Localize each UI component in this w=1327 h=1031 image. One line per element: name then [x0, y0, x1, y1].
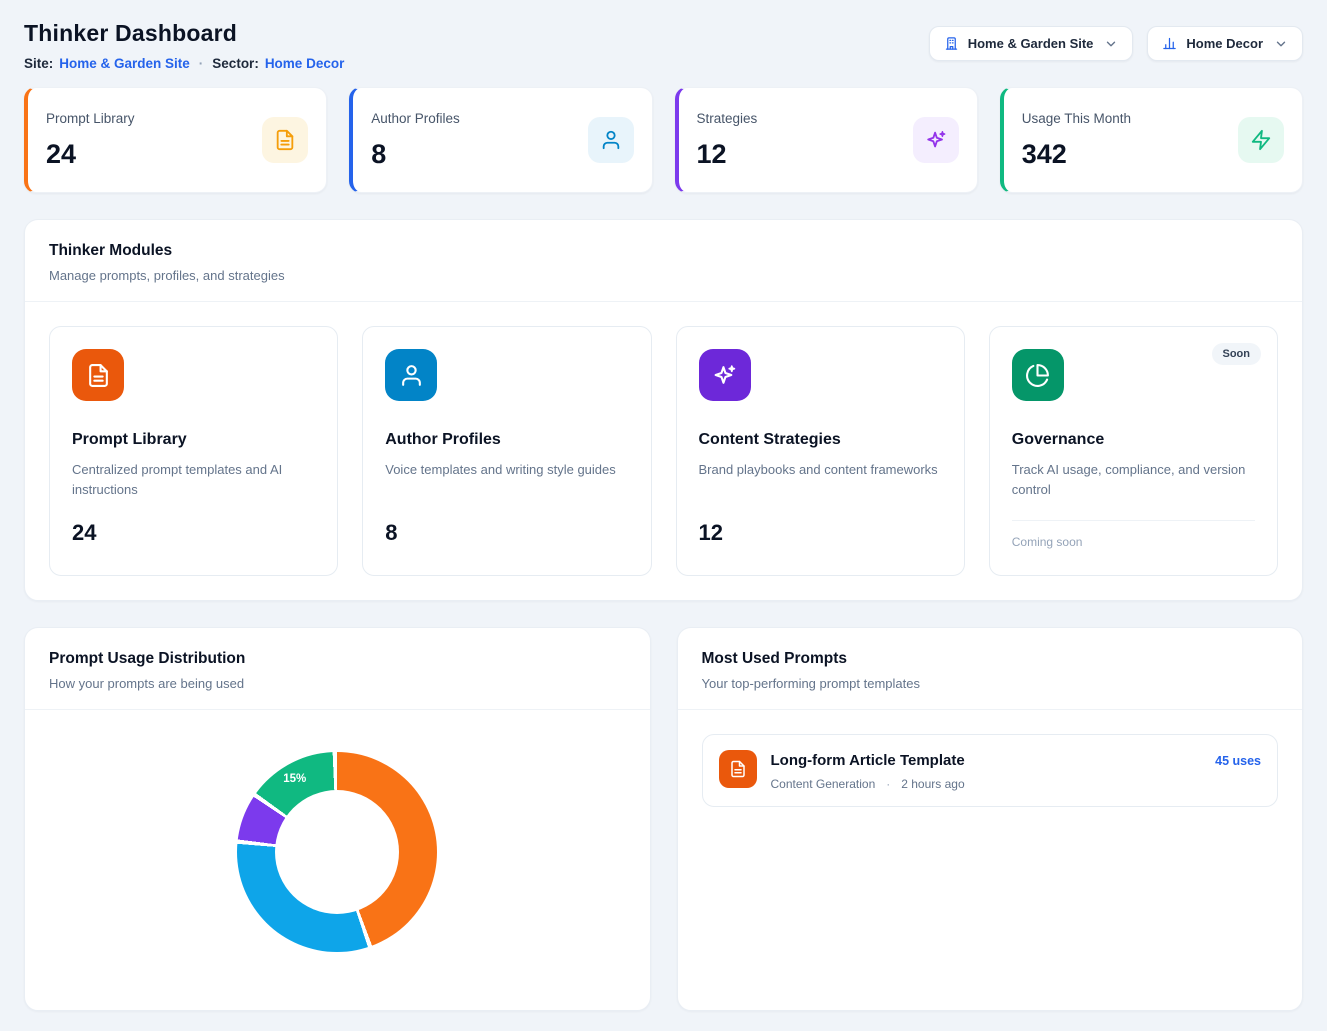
- module-description: Centralized prompt templates and AI inst…: [72, 460, 315, 500]
- site-label: Site:: [24, 56, 53, 71]
- usage-panel-subtitle: How your prompts are being used: [49, 676, 626, 691]
- coming-soon-label: Coming soon: [1012, 535, 1255, 549]
- document-icon: [719, 750, 757, 788]
- modules-grid: Prompt Library Centralized prompt templa…: [25, 302, 1302, 600]
- module-title: Content Strategies: [699, 431, 942, 449]
- prompt-uses-badge: 45 uses: [1215, 754, 1261, 768]
- stat-value: 12: [697, 139, 758, 170]
- document-icon: [72, 349, 124, 401]
- header-actions: Home & Garden Site Home Decor: [929, 26, 1303, 61]
- sector-label: Sector:: [212, 56, 259, 71]
- module-card-prompt-library[interactable]: Prompt Library Centralized prompt templa…: [49, 326, 338, 576]
- module-card-content-strategies[interactable]: Content Strategies Brand playbooks and c…: [676, 326, 965, 576]
- usage-panel-title: Prompt Usage Distribution: [49, 650, 626, 668]
- stat-card-strategies: Strategies 12: [675, 87, 978, 193]
- prompt-category: Content Generation: [771, 777, 876, 791]
- prompt-title: Long-form Article Template: [771, 752, 1202, 769]
- chevron-down-icon: [1274, 37, 1288, 51]
- modules-title: Thinker Modules: [49, 242, 1278, 260]
- site-selector-label: Home & Garden Site: [968, 36, 1094, 51]
- chevron-down-icon: [1104, 37, 1118, 51]
- separator-dot: ·: [199, 56, 204, 71]
- pie-chart-icon: [1012, 349, 1064, 401]
- stat-label: Prompt Library: [46, 111, 135, 126]
- most-used-prompts-panel: Most Used Prompts Your top-performing pr…: [677, 627, 1304, 1011]
- module-count: 24: [72, 520, 315, 546]
- prompts-panel-title: Most Used Prompts: [702, 650, 1279, 668]
- module-title: Governance: [1012, 431, 1255, 449]
- module-description: Brand playbooks and content frameworks: [699, 460, 942, 500]
- module-title: Prompt Library: [72, 431, 315, 449]
- modules-subtitle: Manage prompts, profiles, and strategies: [49, 268, 1278, 283]
- document-icon: [262, 117, 308, 163]
- meta-separator: ·: [886, 777, 890, 791]
- user-icon: [588, 117, 634, 163]
- module-card-governance[interactable]: Soon Governance Track AI usage, complian…: [989, 326, 1278, 576]
- site-link[interactable]: Home & Garden Site: [59, 56, 190, 71]
- stats-row: Prompt Library 24 Author Profiles 8 Stra…: [24, 87, 1303, 193]
- dashboard-page: Thinker Dashboard Site: Home & Garden Si…: [0, 0, 1327, 1031]
- stat-label: Strategies: [697, 111, 758, 126]
- building-icon: [944, 36, 959, 51]
- prompt-list-item[interactable]: Long-form Article Template Content Gener…: [702, 734, 1279, 807]
- prompts-panel-subtitle: Your top-performing prompt templates: [702, 676, 1279, 691]
- usage-chart-area: 15%: [25, 710, 650, 1010]
- sector-selector-dropdown[interactable]: Home Decor: [1147, 26, 1303, 61]
- donut-segment-label: 15%: [283, 773, 306, 785]
- stat-card-prompt-library: Prompt Library 24: [24, 87, 327, 193]
- thinker-modules-panel: Thinker Modules Manage prompts, profiles…: [24, 219, 1303, 601]
- prompt-info: Long-form Article Template Content Gener…: [771, 750, 1202, 791]
- usage-panel-header: Prompt Usage Distribution How your promp…: [25, 628, 650, 709]
- stat-card-author-profiles: Author Profiles 8: [349, 87, 652, 193]
- prompt-meta: Content Generation · 2 hours ago: [771, 777, 1202, 791]
- module-card-author-profiles[interactable]: Author Profiles Voice templates and writ…: [362, 326, 651, 576]
- donut-chart: 15%: [237, 752, 437, 952]
- site-selector-dropdown[interactable]: Home & Garden Site: [929, 26, 1134, 61]
- user-icon: [385, 349, 437, 401]
- stat-value: 342: [1022, 139, 1131, 170]
- module-count: 8: [385, 520, 628, 546]
- sparkles-icon: [913, 117, 959, 163]
- stat-card-usage: Usage This Month 342: [1000, 87, 1303, 193]
- lightning-icon: [1238, 117, 1284, 163]
- stat-label: Author Profiles: [371, 111, 460, 126]
- module-count: 12: [699, 520, 942, 546]
- prompt-list: Long-form Article Template Content Gener…: [678, 710, 1303, 831]
- page-title: Thinker Dashboard: [24, 20, 344, 47]
- prompts-panel-header: Most Used Prompts Your top-performing pr…: [678, 628, 1303, 709]
- divider: [1012, 520, 1255, 521]
- usage-distribution-panel: Prompt Usage Distribution How your promp…: [24, 627, 651, 1011]
- module-title: Author Profiles: [385, 431, 628, 449]
- soon-badge: Soon: [1212, 343, 1262, 365]
- bar-chart-icon: [1162, 36, 1177, 51]
- sparkles-icon: [699, 349, 751, 401]
- sector-selector-label: Home Decor: [1186, 36, 1263, 51]
- stat-value: 24: [46, 139, 135, 170]
- page-header: Thinker Dashboard Site: Home & Garden Si…: [24, 20, 1303, 71]
- module-description: Voice templates and writing style guides: [385, 460, 628, 500]
- breadcrumb: Site: Home & Garden Site · Sector: Home …: [24, 56, 344, 71]
- modules-panel-header: Thinker Modules Manage prompts, profiles…: [25, 220, 1302, 301]
- module-description: Track AI usage, compliance, and version …: [1012, 460, 1255, 500]
- bottom-row: Prompt Usage Distribution How your promp…: [24, 627, 1303, 1011]
- stat-value: 8: [371, 139, 460, 170]
- sector-link[interactable]: Home Decor: [265, 56, 345, 71]
- header-left: Thinker Dashboard Site: Home & Garden Si…: [24, 20, 344, 71]
- stat-label: Usage This Month: [1022, 111, 1131, 126]
- prompt-time: 2 hours ago: [901, 777, 964, 791]
